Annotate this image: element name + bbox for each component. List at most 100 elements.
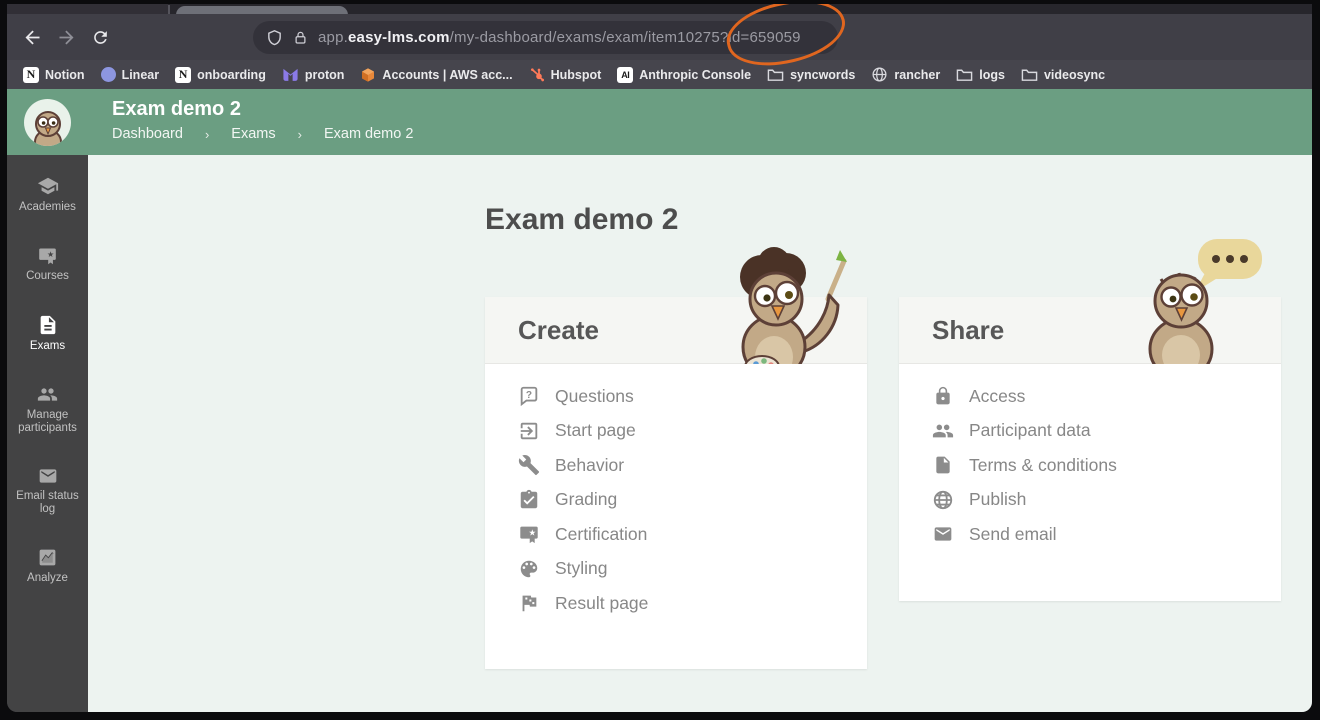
envelope-icon [36,466,60,486]
menu-item-behavior[interactable]: Behavior [518,448,867,483]
menu-item-publish[interactable]: Publish [932,483,1281,518]
menu-item-certification[interactable]: ★ Certification [518,517,867,552]
bookmark-syncwords[interactable]: syncwords [759,63,863,87]
back-arrow-icon [22,27,43,48]
people-icon [932,420,954,442]
tab-divider [168,5,170,14]
menu-item-styling[interactable]: Styling [518,552,867,587]
bookmark-notion[interactable]: N Notion [15,63,93,87]
lock-icon[interactable] [293,30,308,46]
clipboard-check-icon [518,489,540,511]
document-icon [37,314,59,336]
bookmark-hubspot[interactable]: Hubspot [521,63,610,87]
palette-icon [518,558,540,580]
create-card-body: ? Questions Start page Behavior Grading [485,364,867,621]
menu-item-start-page[interactable]: Start page [518,414,867,449]
bookmark-videosync[interactable]: videosync [1013,63,1113,87]
anthropic-icon: AI [617,67,633,83]
tab-strip-left [7,4,168,14]
menu-item-participant-data[interactable]: Participant data [932,414,1281,449]
menu-item-result-page[interactable]: Result page [518,586,867,621]
bookmark-label: syncwords [790,68,855,82]
bookmark-label: videosync [1044,68,1105,82]
hubspot-icon [529,67,545,83]
menu-item-label: Styling [555,558,608,579]
menu-item-send-email[interactable]: Send email [932,517,1281,552]
breadcrumb-current: Exam demo 2 [324,126,413,142]
app-sidebar: Academies ★ Courses Exams Manage partici… [7,89,88,712]
bookmark-anthropic[interactable]: AI Anthropic Console [609,63,759,87]
create-card-header: Create [485,297,867,364]
chevron-right-icon: › [298,127,302,142]
certificate-icon: ★ [518,523,540,545]
menu-item-label: Terms & conditions [969,455,1117,476]
tab-strip [7,4,1312,14]
bookmark-label: onboarding [197,68,266,82]
owl-avatar[interactable] [24,99,71,146]
bookmark-logs[interactable]: logs [948,63,1013,87]
bookmark-rancher[interactable]: rancher [863,63,948,87]
menu-item-label: Start page [555,420,636,441]
browser-toolbar: app.easy-lms.com/my-dashboard/exams/exam… [7,14,1312,60]
share-card: Share Access Participant data Terms & co… [899,297,1281,601]
bookmark-linear[interactable]: Linear [93,63,168,87]
bookmark-aws[interactable]: Accounts | AWS acc... [352,63,520,87]
enter-page-icon [518,420,540,442]
browser-window: app.easy-lms.com/my-dashboard/exams/exam… [7,4,1312,712]
bookmark-onboarding[interactable]: N onboarding [167,63,274,87]
reload-icon [91,28,110,47]
svg-text:?: ? [526,390,532,401]
notion-icon: N [23,67,39,83]
sidebar-item-label: Manage participants [7,409,88,435]
certificate-icon: ★ [36,245,59,266]
bookmark-label: Accounts | AWS acc... [382,68,512,82]
back-button[interactable] [15,20,49,54]
sidebar-item-academies[interactable]: Academies [7,175,88,214]
question-bubble-icon: ? [518,385,540,407]
shield-icon[interactable] [266,29,283,46]
breadcrumb-exams[interactable]: Exams [231,126,275,142]
sidebar-item-courses[interactable]: ★ Courses [7,245,88,283]
bookmark-label: logs [979,68,1005,82]
create-card: Create ? Questions Start page Behavior [485,297,867,669]
menu-item-label: Participant data [969,420,1091,441]
forward-arrow-icon [56,27,77,48]
menu-item-label: Grading [555,489,617,510]
sidebar-item-label: Analyze [27,572,68,585]
breadcrumb-dashboard[interactable]: Dashboard [112,126,183,142]
bookmark-label: Linear [122,68,160,82]
document-icon [932,454,954,476]
menu-item-label: Access [969,386,1025,407]
reload-button[interactable] [83,20,117,54]
breadcrumb: Dashboard › Exams › Exam demo 2 [112,126,1312,142]
url-domain: easy-lms.com [348,29,450,46]
menu-item-questions[interactable]: ? Questions [518,379,867,414]
sidebar-item-exams[interactable]: Exams [7,314,88,353]
globe-icon [932,489,954,511]
sidebar-item-label: Email status log [7,490,88,516]
forward-button[interactable] [49,20,83,54]
page-title: Exam demo 2 [485,203,678,237]
notion-icon: N [175,67,191,83]
bookmark-proton[interactable]: proton [274,63,353,87]
menu-item-label: Behavior [555,455,624,476]
aws-cube-icon [360,67,376,83]
sidebar-logo-area [7,89,88,155]
folder-icon [956,67,973,82]
share-card-title: Share [899,315,1004,346]
menu-item-access[interactable]: Access [932,379,1281,414]
page-content: Academies ★ Courses Exams Manage partici… [7,89,1312,712]
bookmark-label: Notion [45,68,85,82]
sidebar-item-label: Academies [19,201,76,214]
sidebar-item-manage-participants[interactable]: Manage participants [7,384,88,435]
menu-item-label: Send email [969,524,1057,545]
sidebar-item-email-status-log[interactable]: Email status log [7,466,88,516]
share-card-header: Share [899,297,1281,364]
chevron-right-icon: › [205,127,209,142]
menu-item-terms-conditions[interactable]: Terms & conditions [932,448,1281,483]
menu-item-grading[interactable]: Grading [518,483,867,518]
owl-avatar-icon [28,108,68,146]
sidebar-item-analyze[interactable]: Analyze [7,547,88,585]
chart-icon [36,547,59,568]
linear-icon [101,67,116,82]
